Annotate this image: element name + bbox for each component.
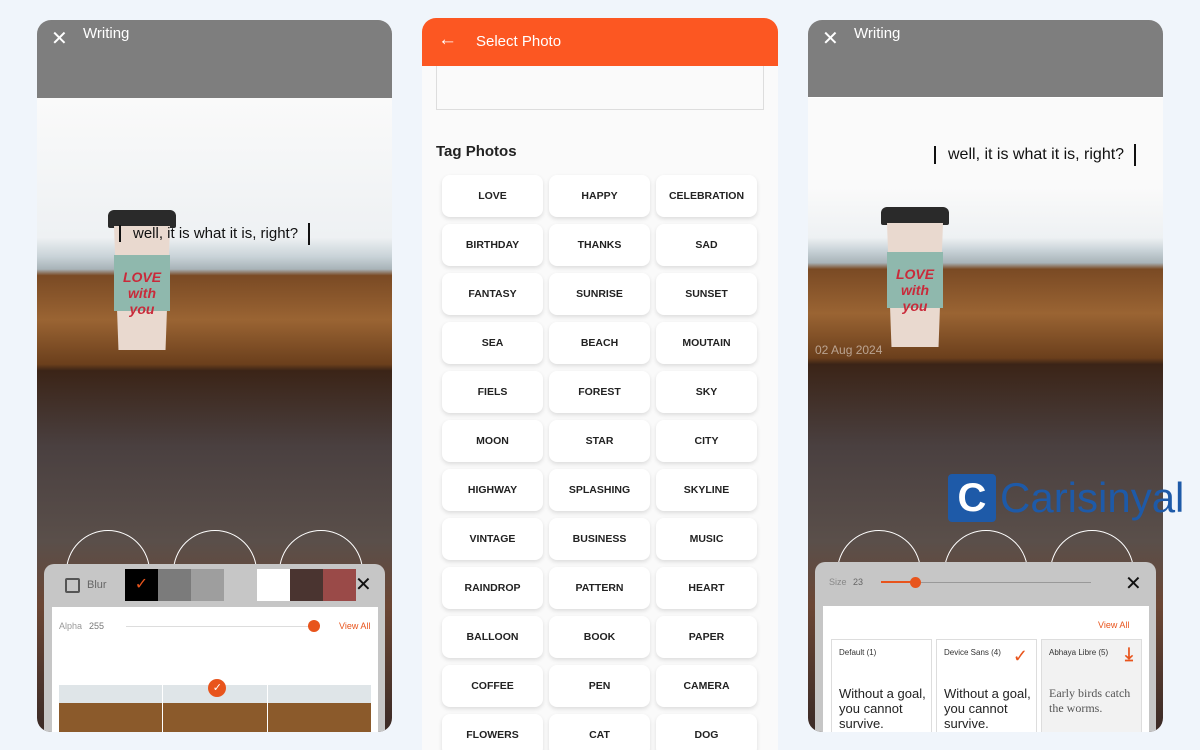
text-overlay[interactable]: well, it is what it is, right? bbox=[119, 223, 311, 245]
header-title: Writing bbox=[83, 25, 130, 42]
tag-button[interactable]: BUSINESS bbox=[549, 518, 650, 560]
search-box[interactable] bbox=[436, 66, 764, 110]
app-bar: ← Select Photo bbox=[422, 18, 778, 66]
close-panel-icon[interactable]: ✕ bbox=[1125, 571, 1142, 596]
tag-button[interactable]: SEA bbox=[442, 322, 543, 364]
tag-button[interactable]: SUNRISE bbox=[549, 273, 650, 315]
tag-button[interactable]: FIELS bbox=[442, 371, 543, 413]
tag-button[interactable]: STAR bbox=[549, 420, 650, 462]
tag-button[interactable]: BOOK bbox=[549, 616, 650, 658]
header-title: Writing bbox=[854, 25, 901, 42]
tag-button[interactable]: THANKS bbox=[549, 224, 650, 266]
tag-button[interactable]: PATTERN bbox=[549, 567, 650, 609]
blur-label: Blur bbox=[87, 579, 107, 591]
download-icon[interactable]: ⤓ bbox=[1125, 644, 1133, 665]
blur-checkbox[interactable] bbox=[65, 578, 80, 593]
alpha-slider-thumb[interactable] bbox=[308, 620, 320, 632]
section-title: Tag Photos bbox=[436, 143, 517, 160]
font-card[interactable]: Default (1) Without a goal, you cannot su… bbox=[831, 639, 932, 732]
view-all-link[interactable]: View All bbox=[339, 621, 370, 631]
header: ✕ Writing bbox=[37, 20, 392, 98]
back-arrow-icon[interactable]: ← bbox=[438, 29, 457, 51]
alpha-label: Alpha bbox=[59, 621, 83, 631]
text-overlay[interactable]: well, it is what it is, right? bbox=[934, 144, 1137, 166]
close-panel-icon[interactable]: ✕ bbox=[355, 572, 372, 597]
alpha-slider[interactable] bbox=[126, 626, 316, 627]
color-swatch[interactable] bbox=[257, 569, 290, 601]
font-sample: Without a goal, you cannot survive. bbox=[944, 686, 1031, 731]
tag-button[interactable]: VINTAGE bbox=[442, 518, 543, 560]
tag-button[interactable]: BALLOON bbox=[442, 616, 543, 658]
tag-button[interactable]: MOUTAIN bbox=[656, 322, 757, 364]
coffee-cup-image: LOVE with you bbox=[881, 207, 949, 347]
template-thumbnails: ✓ bbox=[59, 679, 371, 732]
font-sample: Early birds catch the worms. bbox=[1049, 686, 1131, 715]
tag-button[interactable]: CAMERA bbox=[656, 665, 757, 707]
tag-button[interactable]: RAINDROP bbox=[442, 567, 543, 609]
tag-button[interactable]: FLOWERS bbox=[442, 714, 543, 750]
gallery-area: Alpha 255 View All ✓ bbox=[52, 607, 378, 732]
tag-button[interactable]: DOG bbox=[656, 714, 757, 750]
tag-button[interactable]: BIRTHDAY bbox=[442, 224, 543, 266]
tag-button[interactable]: MOON bbox=[442, 420, 543, 462]
color-swatch[interactable] bbox=[224, 569, 257, 601]
color-swatches: ✓ bbox=[125, 569, 356, 601]
page-title: Select Photo bbox=[476, 33, 562, 50]
tag-button[interactable]: HEART bbox=[656, 567, 757, 609]
check-icon: ✓ bbox=[208, 679, 227, 697]
color-swatch[interactable]: ✓ bbox=[125, 569, 158, 601]
view-all-link[interactable]: View All bbox=[1098, 620, 1129, 630]
tag-button[interactable]: SKY bbox=[656, 371, 757, 413]
template-thumb[interactable] bbox=[59, 685, 163, 732]
date-stamp: 02 Aug 2024 bbox=[815, 343, 883, 357]
size-label: Size bbox=[829, 577, 847, 587]
size-slider-thumb[interactable] bbox=[910, 577, 921, 588]
watermark-logo: C Carisinyal bbox=[948, 470, 1184, 525]
font-panel: Size 23 ✕ View All Default (1) Without a … bbox=[815, 562, 1156, 732]
tag-button[interactable]: FANTASY bbox=[442, 273, 543, 315]
tag-button[interactable]: HAPPY bbox=[549, 175, 650, 217]
close-icon[interactable]: ✕ bbox=[51, 26, 68, 51]
tag-button[interactable]: SUNSET bbox=[656, 273, 757, 315]
middle-phone-screen: ← Select Photo Tag Photos LOVE HAPPY CELEB… bbox=[422, 18, 778, 750]
tag-button[interactable]: SPLASHING bbox=[549, 469, 650, 511]
tag-button[interactable]: MUSIC bbox=[656, 518, 757, 560]
tag-button[interactable]: PEN bbox=[549, 665, 650, 707]
font-name: Abhaya Libre (5) bbox=[1049, 648, 1109, 657]
left-phone-screen: ✕ Writing LOVE with you well, it is what… bbox=[37, 20, 392, 732]
header: ✕ Writing bbox=[808, 20, 1163, 97]
color-swatch[interactable] bbox=[323, 569, 356, 601]
tag-button[interactable]: PAPER bbox=[656, 616, 757, 658]
tag-button[interactable]: FOREST bbox=[549, 371, 650, 413]
font-sample: Without a goal, you cannot survive. bbox=[839, 686, 926, 731]
tag-button[interactable]: SKYLINE bbox=[656, 469, 757, 511]
close-icon[interactable]: ✕ bbox=[822, 26, 839, 51]
check-icon: ✓ bbox=[1012, 646, 1028, 666]
color-swatch[interactable] bbox=[191, 569, 224, 601]
tag-button[interactable]: HIGHWAY bbox=[442, 469, 543, 511]
tag-button[interactable]: LOVE bbox=[442, 175, 543, 217]
color-swatch[interactable] bbox=[158, 569, 191, 601]
font-card[interactable]: Device Sans (4) Without a goal, you canno… bbox=[936, 639, 1037, 732]
tag-button[interactable]: SAD bbox=[656, 224, 757, 266]
tag-button[interactable]: CAT bbox=[549, 714, 650, 750]
font-card[interactable]: Abhaya Libre (5) Early birds catch the wo… bbox=[1041, 639, 1142, 732]
font-list: View All Default (1) Without a goal, you … bbox=[823, 606, 1149, 732]
template-thumb[interactable] bbox=[267, 685, 371, 732]
right-phone-screen: ✕ Writing well, it is what it is, right?… bbox=[808, 20, 1163, 732]
font-name: Default (1) bbox=[839, 648, 877, 657]
background-panel: Blur ✓ ✕ Alpha 255 View All ✓ bbox=[44, 564, 385, 732]
template-thumb-selected[interactable]: ✓ bbox=[163, 679, 267, 732]
tag-button[interactable]: CITY bbox=[656, 420, 757, 462]
color-swatch[interactable] bbox=[290, 569, 323, 601]
alpha-value: 255 bbox=[89, 621, 105, 631]
size-value: 23 bbox=[853, 577, 864, 587]
tag-button[interactable]: BEACH bbox=[549, 322, 650, 364]
tag-button[interactable]: COFFEE bbox=[442, 665, 543, 707]
tag-button[interactable]: CELEBRATION bbox=[656, 175, 757, 217]
